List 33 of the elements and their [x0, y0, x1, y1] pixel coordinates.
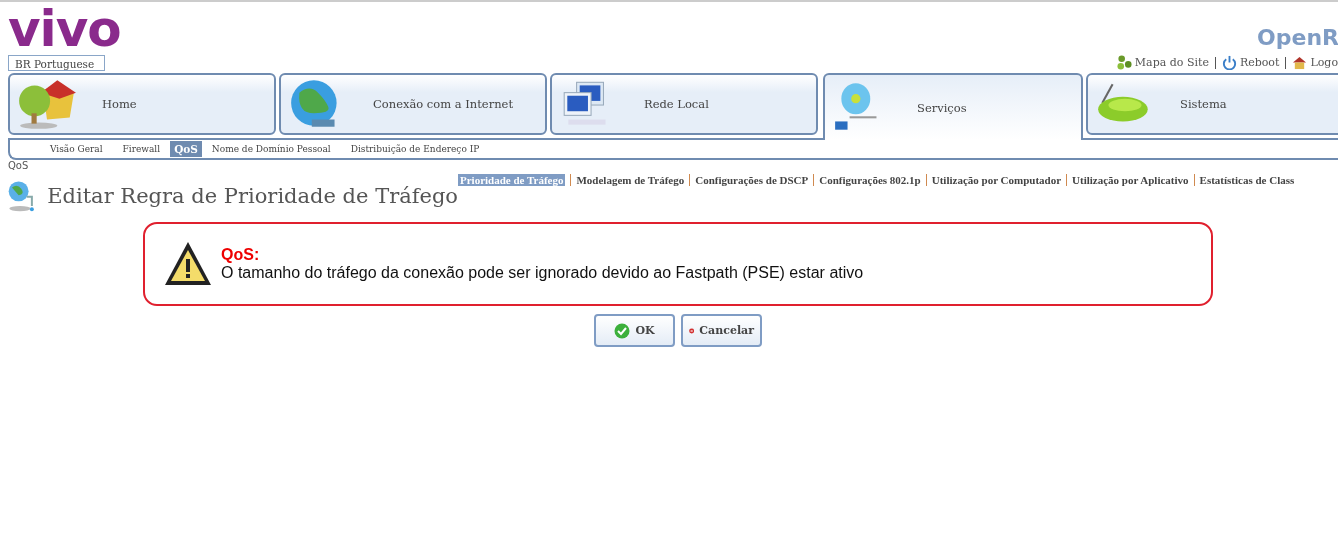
page-link[interactable]: Utilização por Computador	[931, 174, 1062, 186]
ok-button[interactable]: OK	[594, 314, 675, 347]
sitemap-icon	[1116, 55, 1132, 70]
main-tab[interactable]: Rede Local	[550, 73, 818, 135]
sub-tab[interactable]: Nome de Domínio Pessoal	[201, 141, 341, 157]
sub-tab[interactable]: QoS	[170, 141, 202, 157]
sub-tab[interactable]: Visão Geral	[40, 141, 113, 157]
top-link[interactable]: Mapa do Site	[1134, 56, 1209, 69]
main-tab[interactable]: Conexão com a Internet	[279, 73, 547, 135]
top-link[interactable]: Logo	[1310, 56, 1338, 69]
page-link[interactable]: Estatísticas de Class	[1199, 174, 1295, 186]
sub-tab[interactable]: Distribuição de Endereço IP	[340, 141, 490, 157]
alert-message: O tamanho do tráfego da conexão pode ser ignorado devido ao Fastpath (PSE) estar ativo	[221, 264, 864, 282]
top-link[interactable]: Reboot	[1239, 56, 1280, 69]
page-link[interactable]: Configurações 802.1p	[819, 174, 921, 186]
page-link[interactable]: Utilização por Aplicativo	[1072, 174, 1189, 186]
house-icon	[1292, 55, 1308, 70]
page-link[interactable]: Modelagem de Tráfego	[576, 174, 685, 186]
cancel-button[interactable]: Cancelar	[681, 314, 762, 347]
power-icon	[1221, 55, 1237, 70]
page-link[interactable]: Configurações de DSCP	[695, 174, 809, 186]
alert-title: QoS:	[221, 246, 261, 264]
house-icon	[16, 78, 78, 130]
sub-tab[interactable]: Firewall	[112, 141, 171, 157]
vendor-logo: OpenR	[1257, 24, 1338, 52]
main-tab[interactable]: Sistema	[1086, 73, 1338, 135]
check-icon	[614, 322, 631, 339]
language-select[interactable]: BR Portuguese	[8, 55, 105, 71]
breadcrumb: QoS	[8, 160, 30, 172]
brand-logo: vivo	[8, 4, 121, 54]
page-title: Editar Regra de Prioridade de Tráfego	[47, 184, 458, 208]
main-tab[interactable]: Home	[8, 73, 276, 135]
main-tab[interactable]: Serviços	[823, 73, 1083, 140]
